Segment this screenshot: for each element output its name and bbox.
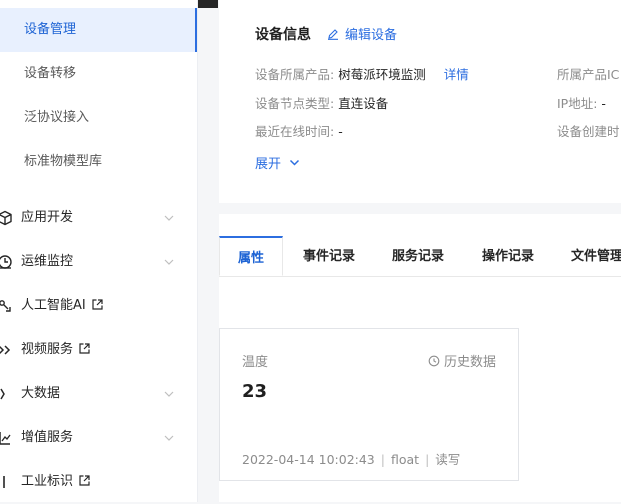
separator: | [425, 452, 430, 467]
sidebar-menu-label: 视频服务 [21, 342, 74, 357]
header-edge [198, 0, 218, 8]
product-value: 树莓派环境监测 [338, 67, 426, 82]
ip-key: IP地址: [557, 96, 598, 111]
tab-label: 属性 [237, 251, 264, 266]
last-online-key: 最近在线时间: [255, 124, 335, 139]
sidebar-menu-app-development[interactable]: 应用开发 [0, 196, 197, 240]
sidebar-item-label: 标准物模型库 [24, 154, 103, 169]
property-data-type: float [390, 452, 420, 467]
product-id-key: 所属产品IC [557, 67, 620, 82]
bigdata-icon [0, 388, 5, 400]
tab-properties[interactable]: 属性 [219, 236, 283, 276]
expand-label: 展开 [255, 157, 282, 172]
sidebar-menu-ops-monitoring[interactable]: 运维监控 [0, 240, 197, 284]
tab-bar: 属性 事件记录 服务记录 操作记录 文件管理 [219, 236, 621, 277]
property-meta: 2022-04-14 10:02:43 | float | 读写 [242, 449, 460, 468]
sidebar-menu-value-added[interactable]: 增值服务 [0, 416, 197, 460]
separator: | [380, 452, 385, 467]
tab-service-records[interactable]: 服务记录 [390, 236, 446, 276]
property-access: 读写 [435, 452, 461, 467]
chevron-down-icon [164, 435, 174, 441]
history-data-button[interactable]: 历史数据 [428, 351, 496, 370]
ai-icon [0, 300, 11, 312]
sidebar: 设备管理 设备转移 泛协议接入 标准物模型库 应用开发 运维监控 人工智能AI … [0, 0, 198, 502]
property-timestamp: 2022-04-14 10:02:43 [242, 452, 375, 467]
sidebar-item-standard-model-library[interactable]: 标准物模型库 [0, 140, 197, 184]
chevron-down-icon [289, 159, 300, 166]
tab-label: 服务记录 [391, 249, 444, 264]
sidebar-menu-video-service[interactable]: 视频服务 [0, 328, 197, 372]
sidebar-menu-industrial-id[interactable]: 工业标识 [0, 460, 197, 504]
sidebar-menu-label: 大数据 [21, 386, 61, 401]
last-online-value: - [338, 124, 343, 139]
video-icon [0, 345, 11, 355]
property-name: 温度 [242, 355, 269, 370]
tab-operation-records[interactable]: 操作记录 [480, 236, 536, 276]
last-online-row: 最近在线时间: - [255, 121, 343, 140]
property-card: 温度 历史数据 23 2022-04-14 10:02:43 | float | 读写 [219, 328, 519, 481]
product-row: 设备所属产品: 树莓派环境监测 详情 [255, 64, 469, 83]
sidebar-item-device-transfer[interactable]: 设备转移 [0, 52, 197, 96]
sidebar-menu-label: 运维监控 [21, 254, 74, 269]
cube-icon [0, 210, 12, 226]
chevron-down-icon [164, 259, 174, 265]
sidebar-item-label: 泛协议接入 [24, 110, 90, 125]
sidebar-menu-label: 增值服务 [21, 430, 74, 445]
sidebar-menu-label: 工业标识 [21, 474, 74, 489]
external-link-icon [79, 343, 90, 354]
sidebar-item-label: 设备管理 [24, 22, 77, 37]
sidebar-item-device-management[interactable]: 设备管理 [0, 8, 197, 52]
product-detail-link[interactable]: 详情 [444, 67, 469, 82]
sidebar-menu-label: 应用开发 [21, 210, 74, 225]
ip-value: - [601, 96, 606, 111]
industrial-id-icon [3, 476, 5, 488]
chevron-down-icon [164, 391, 174, 397]
edit-device-label: 编辑设备 [345, 28, 398, 43]
sidebar-item-label: 设备转移 [24, 66, 77, 81]
value-added-icon [0, 432, 11, 445]
property-value: 23 [242, 381, 268, 402]
product-key: 设备所属产品: [255, 67, 335, 82]
history-data-label: 历史数据 [444, 355, 497, 370]
created-key: 设备创建时 [557, 124, 620, 139]
device-tabs-panel: 属性 事件记录 服务记录 操作记录 文件管理 温度 历史数据 23 2022-0… [219, 214, 621, 502]
sidebar-menu-big-data[interactable]: 大数据 [0, 372, 197, 416]
tab-event-records[interactable]: 事件记录 [301, 236, 357, 276]
sidebar-menu-ai[interactable]: 人工智能AI [0, 284, 197, 328]
ip-row: IP地址: - [557, 93, 606, 112]
expand-button[interactable]: 展开 [255, 153, 300, 172]
monitor-icon [0, 255, 12, 269]
tab-label: 文件管理 [571, 249, 621, 264]
external-link-icon [92, 299, 103, 310]
device-info-title: 设备信息 [255, 27, 311, 43]
edit-device-button[interactable]: 编辑设备 [327, 24, 397, 43]
edit-icon [328, 29, 338, 40]
tab-label: 操作记录 [481, 249, 534, 264]
node-type-key: 设备节点类型: [255, 96, 335, 111]
node-type-row: 设备节点类型: 直连设备 [255, 93, 388, 112]
node-type-value: 直连设备 [338, 96, 389, 111]
chevron-down-icon [164, 215, 174, 221]
sidebar-item-generic-protocol-access[interactable]: 泛协议接入 [0, 96, 197, 140]
history-icon [428, 355, 440, 367]
external-link-icon [79, 475, 90, 486]
sidebar-menu-label: 人工智能AI [21, 298, 86, 313]
device-info-card: 设备信息 编辑设备 设备所属产品: 树莓派环境监测 详情 设备节点类型: 直连设… [219, 0, 621, 203]
tab-file-management[interactable]: 文件管理 [571, 236, 621, 276]
tab-label: 事件记录 [302, 249, 355, 264]
